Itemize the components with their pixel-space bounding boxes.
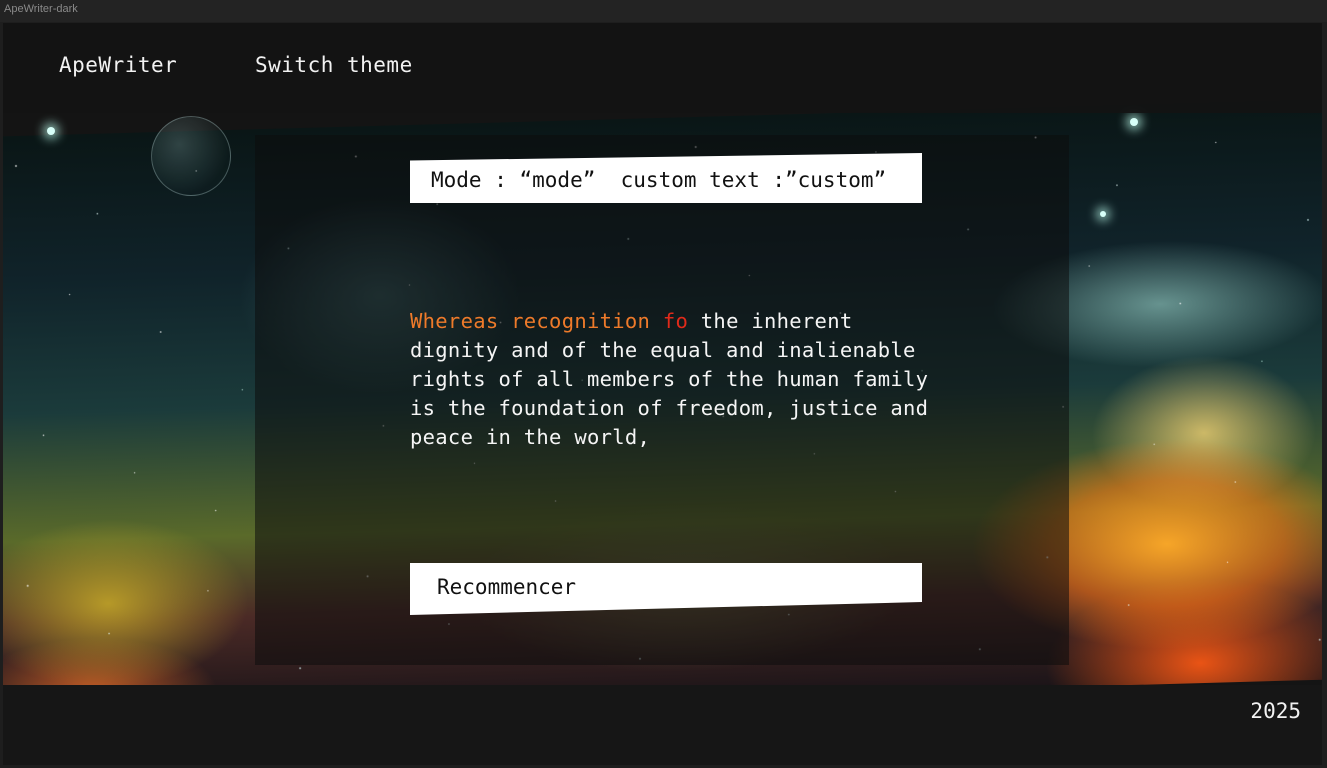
typed-text: Whereas recognition [410, 309, 663, 333]
app-canvas: ApeWriter Switch theme Mode : “mode” cus… [3, 23, 1322, 765]
bright-star-decoration [1130, 118, 1138, 126]
header-bar: ApeWriter Switch theme [3, 23, 1322, 113]
footer-year: 2025 [1250, 699, 1301, 723]
switch-theme-link[interactable]: Switch theme [255, 53, 413, 77]
error-text: fo [662, 309, 689, 333]
typing-passage[interactable]: Whereas recognition fo the inherent dign… [410, 307, 930, 452]
footer-bar [3, 685, 1322, 765]
bright-star-decoration [47, 127, 55, 135]
planet-decoration [151, 116, 231, 196]
bright-star-decoration [1100, 211, 1106, 217]
window-title: ApeWriter-dark [0, 0, 1327, 22]
brand-link[interactable]: ApeWriter [59, 53, 177, 77]
mode-info-bar: Mode : “mode” custom text :”custom” [410, 153, 922, 203]
